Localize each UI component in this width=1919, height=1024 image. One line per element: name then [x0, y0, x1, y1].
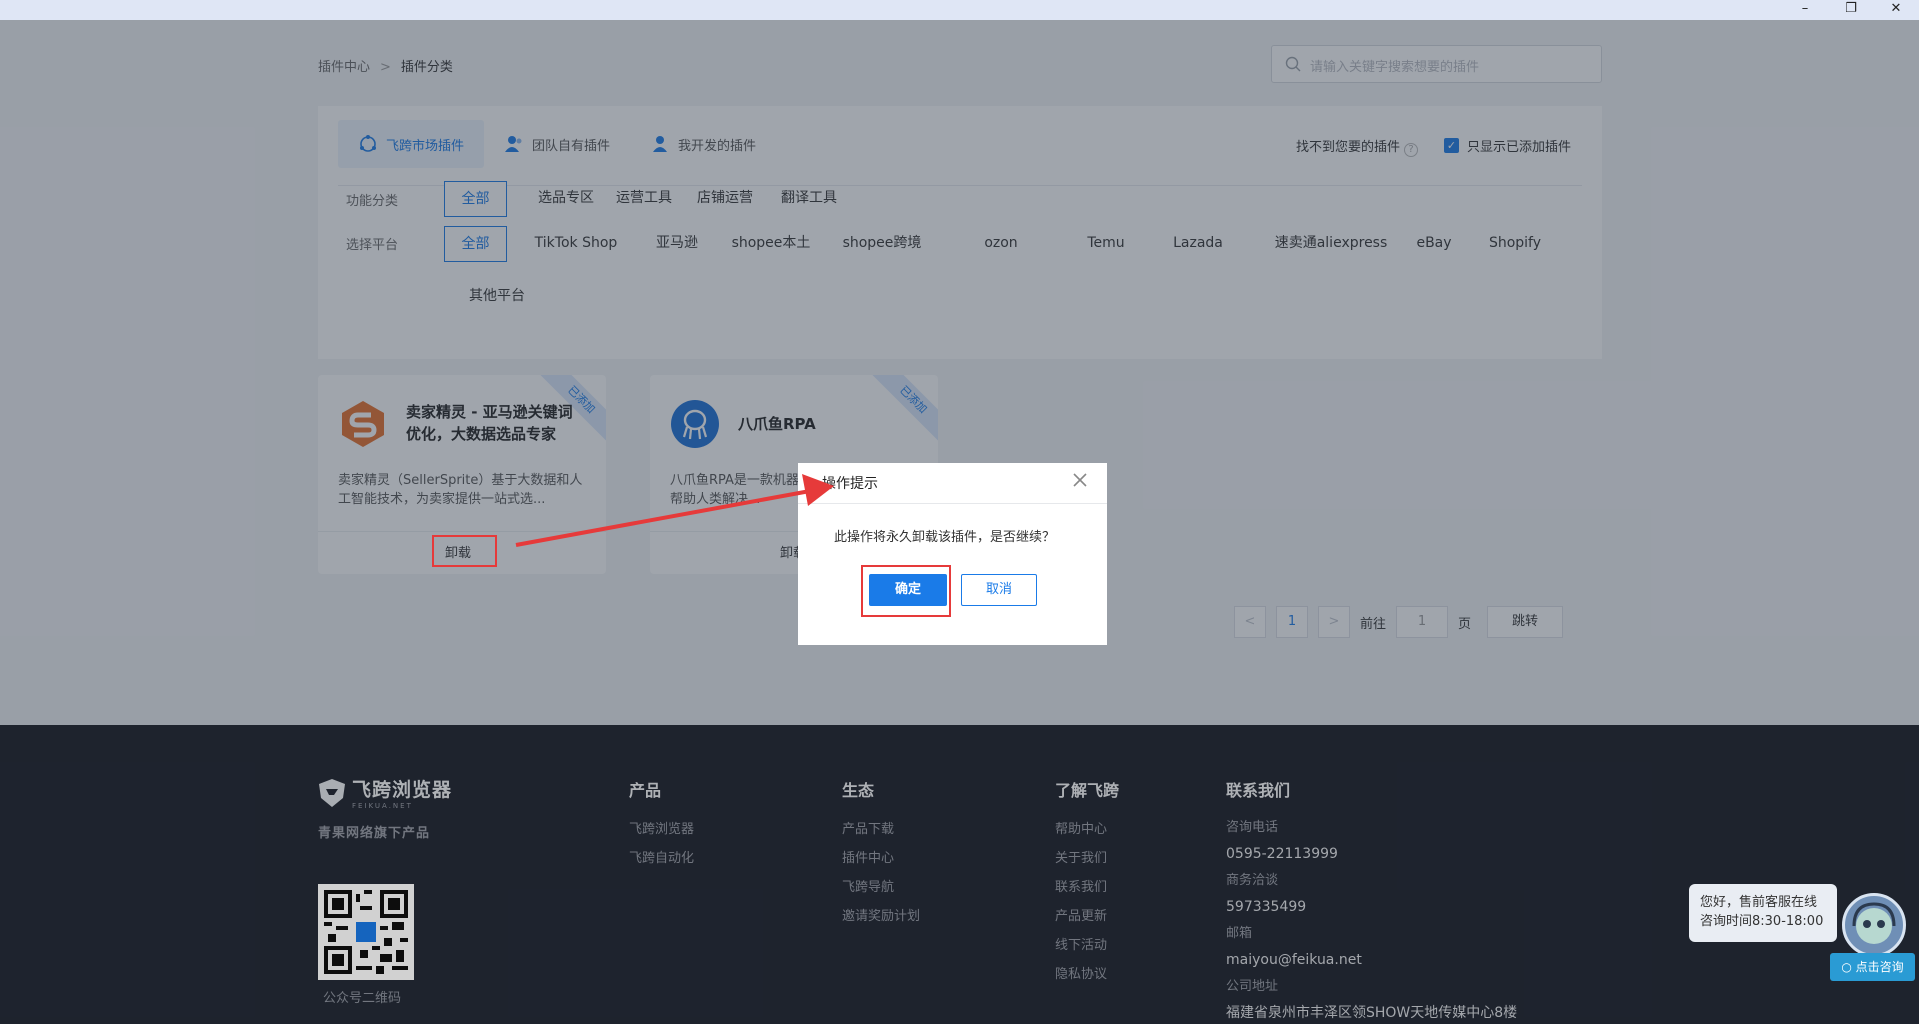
- consult-label: 点击咨询: [1855, 960, 1904, 974]
- chat-line-1: 您好，售前客服在线: [1700, 895, 1818, 910]
- chat-icon: ○: [1841, 960, 1856, 974]
- annotation-arrow-icon: [515, 474, 834, 547]
- consult-button[interactable]: ○ 点击咨询: [1830, 953, 1915, 981]
- support-avatar[interactable]: [1842, 893, 1906, 957]
- chat-bubble[interactable]: 您好，售前客服在线 咨询时间8:30-18:00: [1689, 884, 1837, 942]
- support-robot-icon: [1852, 902, 1896, 944]
- chat-line-2: 咨询时间8:30-18:00: [1700, 914, 1824, 929]
